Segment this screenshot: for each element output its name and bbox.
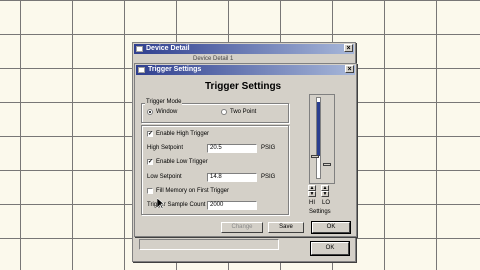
trigger-settings-titlebar[interactable]: Trigger Settings xyxy=(136,65,355,75)
device-detail-titlebar[interactable]: Device Detail xyxy=(134,44,354,54)
device-detail-close-button[interactable]: × xyxy=(344,44,353,52)
trigger-mode-label: Trigger Mode xyxy=(145,98,183,106)
window-mode-radio[interactable] xyxy=(147,109,153,115)
low-setpoint-label: Low Setpoint xyxy=(147,174,182,180)
change-button[interactable]: Change xyxy=(221,222,263,233)
fill-memory-label: Fill Memory on First Trigger xyxy=(156,188,230,194)
settings-slider-fill xyxy=(317,102,320,156)
enable-low-trigger-checkbox[interactable]: ✓ xyxy=(147,159,153,165)
slider-lo-marker[interactable] xyxy=(323,163,331,166)
slider-hi-label: HI xyxy=(309,200,315,206)
enable-high-trigger-checkbox[interactable]: ✓ xyxy=(147,131,153,137)
settings-slider-track[interactable] xyxy=(316,97,321,179)
low-setpoint-unit: PSIG xyxy=(261,174,276,180)
two-point-mode-label: Two Point xyxy=(230,109,257,115)
enable-low-trigger-label: Enable Low Trigger xyxy=(156,159,208,165)
slider-hi-marker[interactable] xyxy=(311,155,319,158)
trigger-settings-title: Trigger Settings xyxy=(148,66,202,73)
high-setpoint-input[interactable]: 20.5 xyxy=(207,144,257,153)
sample-count-label: Trigger Sample Count xyxy=(147,202,206,208)
two-point-mode-radio[interactable] xyxy=(221,109,227,115)
low-setpoint-input[interactable]: 14.8 xyxy=(207,173,257,182)
app-icon xyxy=(136,46,143,52)
lo-down-spinner[interactable]: ▼ xyxy=(321,191,329,197)
slider-caption: Settings xyxy=(309,209,331,215)
enable-high-trigger-label: Enable High Trigger xyxy=(156,131,210,137)
slider-lo-label: LO xyxy=(322,200,331,206)
window-mode-label: Window xyxy=(156,109,178,115)
ok-button[interactable]: OK xyxy=(311,221,351,234)
slider-panel xyxy=(309,94,335,184)
mouse-pointer-icon xyxy=(156,197,165,212)
app-icon xyxy=(138,67,145,73)
high-setpoint-label: High Setpoint xyxy=(147,145,184,151)
sample-count-input[interactable]: 2000 xyxy=(207,201,257,210)
save-button[interactable]: Save xyxy=(268,222,304,233)
device-detail-title: Device Detail xyxy=(146,45,190,52)
trigger-settings-close-button[interactable]: × xyxy=(345,65,354,73)
device-detail-subtitle: Device Detail 1 xyxy=(193,56,234,62)
fill-memory-checkbox[interactable] xyxy=(147,188,153,194)
hi-down-spinner[interactable]: ▼ xyxy=(308,191,316,197)
device-status-field xyxy=(139,239,279,250)
device-ok-button[interactable]: OK xyxy=(310,241,350,256)
trigger-settings-dialog[interactable]: Trigger Settings × Trigger Settings Trig… xyxy=(134,63,357,237)
dialog-heading: Trigger Settings xyxy=(205,81,282,92)
high-setpoint-unit: PSIG xyxy=(261,145,276,151)
